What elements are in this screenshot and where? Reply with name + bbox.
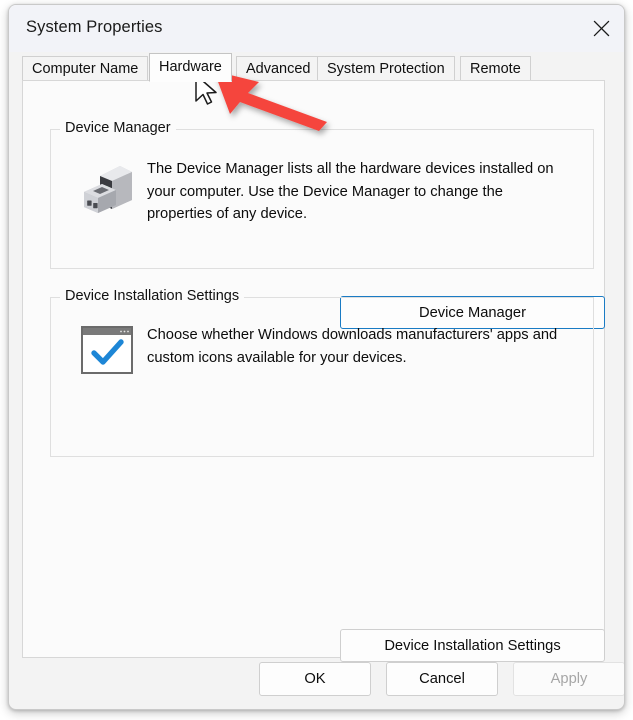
ok-button[interactable]: OK bbox=[259, 662, 371, 696]
apply-button: Apply bbox=[513, 662, 625, 696]
close-icon[interactable] bbox=[578, 5, 624, 52]
checked-window-icon bbox=[81, 326, 135, 376]
device-manager-description: The Device Manager lists all the hardwar… bbox=[147, 158, 572, 226]
group-device-manager-legend: Device Manager bbox=[60, 120, 176, 136]
group-device-manager: Device Manager bbox=[50, 129, 594, 269]
tab-advanced[interactable]: Advanced bbox=[236, 56, 321, 81]
tab-computer-name[interactable]: Computer Name bbox=[22, 56, 148, 81]
tab-page-hardware: Device Manager bbox=[22, 80, 605, 658]
tab-hardware[interactable]: Hardware bbox=[149, 53, 232, 82]
cancel-button[interactable]: Cancel bbox=[386, 662, 498, 696]
group-device-installation-settings: Device Installation Settings Choose whet… bbox=[50, 297, 594, 457]
title-bar: System Properties bbox=[9, 5, 624, 52]
device-manager-icon bbox=[80, 160, 138, 218]
device-installation-description: Choose whether Windows downloads manufac… bbox=[147, 324, 579, 369]
device-installation-settings-button[interactable]: Device Installation Settings bbox=[340, 629, 605, 662]
system-properties-dialog: System Properties Computer Name Hardware… bbox=[8, 4, 625, 710]
tab-strip: Computer Name Hardware Advanced System P… bbox=[9, 52, 624, 81]
group-device-installation-legend: Device Installation Settings bbox=[60, 288, 244, 304]
window-title: System Properties bbox=[26, 18, 163, 37]
tab-remote[interactable]: Remote bbox=[460, 56, 531, 81]
tab-system-protection[interactable]: System Protection bbox=[317, 56, 455, 81]
